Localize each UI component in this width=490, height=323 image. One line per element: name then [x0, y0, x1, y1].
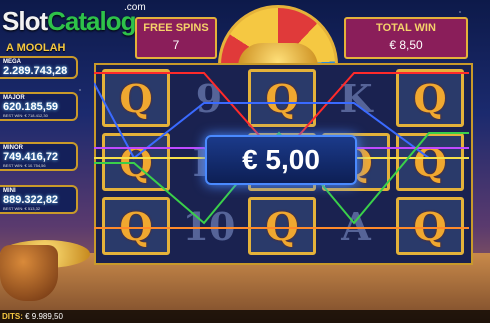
jackpot-mini: MINI 889.322,82 BEST WIN: € 513,32 — [0, 185, 78, 214]
bonus-wheel — [218, 5, 338, 65]
logo-text: SlotCatalog — [2, 6, 136, 36]
total-win-panel: TOTAL WIN € 8,50 — [344, 17, 468, 59]
gold-pot — [0, 245, 58, 301]
credits-value: € 9.989,50 — [25, 312, 63, 321]
game-logo: SlotCatalog .com A MOOLAH — [2, 2, 146, 54]
jackpot-minor: MINOR 749.416,72 BEST WIN: € 10.754,56 — [0, 142, 78, 171]
credits-label: DITS: — [2, 312, 23, 321]
credits-bar: DITS: € 9.989,50 — [0, 310, 490, 323]
jackpot-mega: MEGA 2.289.743,28 — [0, 56, 78, 79]
logo-domain: .com — [124, 2, 146, 13]
gold-coins-pile — [238, 43, 318, 65]
jackpot-major: MAJOR 620.185,59 BEST WIN: € 718.412,30 — [0, 92, 78, 121]
free-spins-panel: FREE SPINS 7 — [135, 17, 217, 59]
logo-subtitle: A MOOLAH — [6, 42, 66, 54]
win-amount-display: € 5,00 — [205, 135, 357, 185]
